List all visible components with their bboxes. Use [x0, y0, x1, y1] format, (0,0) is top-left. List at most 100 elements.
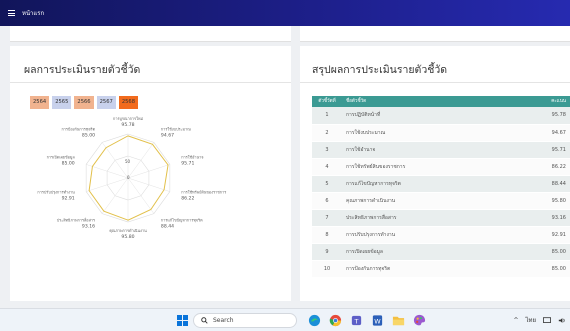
col-header-name: ชื่อตัวชี้วัด [342, 96, 532, 107]
table-row: 9 การเปิดเผยข้อมูล 85.00 [312, 243, 570, 261]
edge-icon[interactable] [306, 312, 322, 328]
indicator-score: 93.16 [532, 209, 570, 227]
system-tray: ^ ไทย [513, 315, 566, 325]
row-number: 6 [312, 192, 342, 210]
radar-axis-label: การบูรณาการใหม่ [113, 116, 143, 121]
radar-axis-label: คุณภาพการดำเนินงาน [109, 228, 147, 234]
radar-card-title: ผลการประเมินรายตัวชี้วัด [24, 64, 141, 76]
radar-axis-label: การแก้ไขปัญหาการทุจริต [161, 217, 203, 223]
indicator-name: ประสิทธิภาพการสื่อสาร [342, 209, 532, 227]
row-number: 3 [312, 141, 342, 159]
indicator-name: การปรับปรุงการทำงาน [342, 226, 532, 244]
table-row: 8 การปรับปรุงการทำงาน 92.91 [312, 226, 570, 244]
chrome-icon[interactable] [327, 312, 343, 328]
radar-axis-value: 86.22 [181, 195, 194, 201]
radar-axis-value: 93.16 [82, 223, 95, 229]
indicator-name: การใช้งบประมาณ [342, 124, 532, 142]
radar-axis-value: 92.91 [62, 195, 75, 201]
radar-axis-value: 85.00 [62, 161, 75, 167]
speaker-icon[interactable] [558, 317, 566, 324]
hamburger-menu-icon[interactable] [8, 10, 15, 16]
page-title: หน้าแรก [22, 10, 45, 17]
row-number: 1 [312, 107, 342, 125]
radar-spoke [127, 142, 155, 179]
indicator-name: คุณภาพการดำเนินงาน [342, 192, 532, 210]
indicator-name: การปฏิบัติหน้าที่ [342, 107, 532, 125]
table-header-row: ตัวชี้วัดที่ ชื่อตัวชี้วัด คะแนน [312, 96, 570, 107]
radar-axis-value: 94.67 [161, 133, 174, 139]
row-number: 8 [312, 226, 342, 244]
row-number: 2 [312, 124, 342, 142]
radar-ring-label: 50 [125, 159, 131, 164]
indicator-score: 94.67 [532, 124, 570, 142]
row-number: 9 [312, 243, 342, 261]
radar-axis-value: 95.71 [181, 161, 194, 167]
year-chip[interactable]: 2564 [30, 96, 50, 109]
summary-table-card: สรุปผลการประเมินรายตัวชี้วัด ตัวชี้วัดที… [300, 46, 570, 301]
search-label: Search [213, 317, 234, 324]
indicator-score: 95.71 [532, 141, 570, 159]
radar-axis-label: การเปิดเผยข้อมูล [47, 155, 76, 160]
table-row: 5 การแก้ไขปัญหาการทุจริต 88.44 [312, 175, 570, 193]
indicator-score: 88.44 [532, 175, 570, 193]
radar-spoke [127, 177, 155, 214]
col-header-no: ตัวชี้วัดที่ [312, 96, 342, 107]
windows-start-icon[interactable] [177, 315, 188, 326]
radar-axis-label: การใช้ทรัพย์สินของราชการ [181, 189, 226, 194]
word-icon[interactable]: W [369, 312, 385, 328]
table-row: 3 การใช้อำนาจ 95.71 [312, 141, 570, 159]
paint-icon[interactable] [411, 312, 427, 328]
indicator-name: การป้องกันการทุจริต [342, 260, 532, 278]
row-number: 10 [312, 260, 342, 278]
row-number: 5 [312, 175, 342, 193]
language-indicator[interactable]: ไทย [526, 315, 537, 325]
svg-text:T: T [353, 317, 358, 325]
teams-icon[interactable]: T [348, 312, 364, 328]
taskbar-search-box[interactable]: Search [193, 313, 297, 328]
indicator-name: การใช้อำนาจ [342, 141, 532, 159]
radar-axis-label: การปรับปรุงการทำงาน [37, 189, 75, 195]
radar-axis-label: การใช้งบประมาณ [161, 127, 191, 132]
year-chip[interactable]: 2568 [118, 96, 139, 109]
svg-text:W: W [374, 317, 381, 325]
radar-axis-label: การป้องกันการทุจริต [61, 127, 95, 133]
card-divider [10, 82, 291, 83]
search-icon [201, 317, 208, 324]
assessment-radar-card: ผลการประเมินรายตัวชี้วัด 2564 2565 2566 256… [10, 46, 291, 301]
indicator-score: 92.91 [532, 226, 570, 244]
windows-taskbar: Search T W ^ ไทย [0, 308, 570, 331]
radar-chart: 500การบูรณาการใหม่95.78การใช้งบประมาณ94.… [37, 116, 226, 240]
year-chip[interactable]: 2567 [96, 96, 116, 109]
right-top-strip [300, 26, 570, 42]
col-header-score: คะแนน [532, 96, 570, 107]
card-divider [300, 82, 570, 83]
radar-axis-value: 88.44 [161, 223, 174, 229]
taskbar-app-icons: T W [306, 312, 427, 328]
chevron-up-icon[interactable]: ^ [513, 317, 518, 324]
left-top-strip [10, 26, 291, 42]
table-row: 7 ประสิทธิภาพการสื่อสาร 93.16 [312, 209, 570, 227]
app-header: หน้าแรก [0, 0, 570, 26]
indicator-score: 86.22 [532, 158, 570, 176]
radar-axis-label: ประสิทธิภาพการสื่อสาร [57, 217, 95, 222]
file-explorer-icon[interactable] [390, 312, 406, 328]
monitor-icon[interactable] [543, 316, 551, 324]
table-row: 2 การใช้งบประมาณ 94.67 [312, 124, 570, 142]
summary-card-title: สรุปผลการประเมินรายตัวชี้วัด [312, 64, 448, 76]
radar-axis-value: 95.78 [121, 122, 134, 128]
table-row: 1 การปฏิบัติหน้าที่ 95.78 [312, 107, 570, 125]
radar-axis-label: การใช้อำนาจ [181, 155, 203, 160]
row-number: 7 [312, 209, 342, 227]
indicator-score: 95.80 [532, 192, 570, 210]
indicator-score: 85.00 [532, 260, 570, 278]
radar-spoke [101, 177, 129, 214]
year-chip[interactable]: 2566 [74, 96, 94, 109]
year-chip-group: 2564 2565 2566 2567 2568 [30, 96, 139, 109]
indicator-name: การใช้ทรัพย์สินของราชการ [342, 158, 532, 176]
indicator-score: 85.00 [532, 243, 570, 261]
summary-table: ตัวชี้วัดที่ ชื่อตัวชี้วัด คะแนน 1 การปฏิ… [312, 96, 570, 278]
radar-axis-value: 95.80 [121, 234, 134, 240]
radar-axis-value: 85.00 [82, 133, 95, 139]
year-chip[interactable]: 2565 [52, 96, 72, 109]
indicator-score: 95.78 [532, 107, 570, 125]
